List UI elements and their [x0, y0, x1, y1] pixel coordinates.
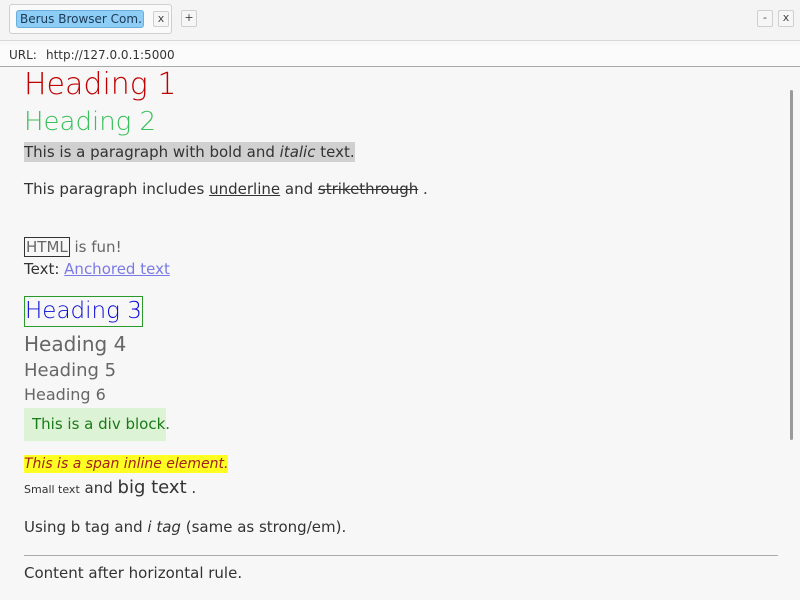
btag-before: Using [24, 518, 71, 536]
text-sizes-line: Small text and big text . [24, 475, 196, 503]
anchor-line: Text: Anchored text [24, 259, 170, 279]
italic-text: italic [279, 143, 316, 161]
heading-5: Heading 5 [24, 360, 117, 381]
tab-title[interactable]: Berus Browser Com... [16, 10, 144, 28]
b-i-tag-line: Using b tag and i tag (same as strong/em… [24, 517, 346, 537]
heading-4: Heading 4 [24, 332, 127, 356]
url-label: URL: [9, 48, 37, 62]
html-boxed-text: HTML [24, 237, 70, 257]
big-text: big text [117, 477, 187, 498]
p1-after: text. [315, 143, 355, 161]
btag-after: (same as strong/em). [180, 518, 347, 536]
p2-before: This paragraph includes [24, 180, 210, 198]
content-after-rule: Content after horizontal rule. [24, 564, 243, 582]
url-bar: URL: [0, 45, 800, 67]
underline-text: underline [209, 180, 281, 198]
sizes-after: . [186, 479, 197, 497]
bold-text: bold [209, 143, 242, 161]
b-tag-text: b tag [70, 518, 110, 536]
p1-before: This is a paragraph with [24, 143, 210, 161]
p2-after: . [418, 180, 428, 198]
anchor-label: Text: [24, 260, 65, 278]
paragraph-underline-strike: This paragraph includes underline and st… [24, 179, 428, 199]
url-input[interactable] [40, 46, 800, 64]
heading-6: Heading 6 [24, 385, 106, 404]
vertical-scrollbar[interactable] [790, 90, 793, 440]
btag-middle: and [109, 518, 148, 536]
heading-1: Heading 1 [24, 67, 177, 102]
div-block: This is a div block. [24, 408, 170, 441]
i-tag-text: i tag [147, 518, 181, 536]
strikethrough-text: strikethrough [317, 180, 419, 198]
span-inline-element: This is a span inline element. [24, 455, 229, 473]
minimize-button[interactable]: - [757, 10, 773, 27]
small-text: Small text [24, 483, 80, 496]
p1-middle: and [241, 143, 280, 161]
paragraph-bold-italic: This is a paragraph with bold and italic… [24, 142, 355, 162]
tab-bar: Berus Browser Com... x + - x [0, 0, 800, 41]
new-tab-button[interactable]: + [181, 10, 197, 27]
tab-close-button[interactable]: x [153, 11, 169, 27]
browser-tab[interactable]: Berus Browser Com... x [9, 4, 172, 34]
p2-middle: and [280, 180, 318, 198]
html-is-fun-line: HTML is fun! [24, 237, 122, 257]
page-content: Heading 1 Heading 2 This is a paragraph … [24, 67, 778, 600]
horizontal-rule [24, 555, 778, 556]
heading-3: Heading 3 [24, 296, 143, 327]
anchored-text-link[interactable]: Anchored text [64, 260, 170, 278]
window-close-button[interactable]: x [778, 10, 794, 27]
is-fun-text: is fun! [69, 238, 122, 256]
heading-2: Heading 2 [24, 107, 157, 137]
sizes-middle: and [79, 479, 118, 497]
